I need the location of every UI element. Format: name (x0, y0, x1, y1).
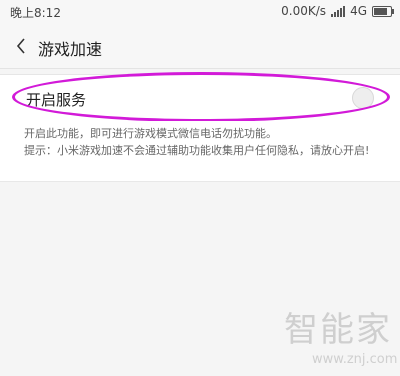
description-block: 开启此功能，即可进行游戏模式微信电话勿扰功能。 提示：小米游戏加速不会通过辅助功… (0, 121, 400, 182)
status-time: 晚上8:12 (10, 6, 61, 20)
status-bar: 晚上8:12 0.00K/s 4G (0, 0, 400, 24)
watermark-logo: 智能家 (284, 310, 392, 350)
description-line: 开启此功能，即可进行游戏模式微信电话勿扰功能。 (24, 127, 277, 140)
chevron-left-icon (16, 38, 25, 54)
back-button[interactable] (10, 34, 32, 58)
description-tip: 提示：小米游戏加速不会通过辅助功能收集用户任何隐私，请放心开启! (24, 144, 370, 157)
watermark-url: www.znj.com (312, 352, 398, 367)
status-indicators: 0.00K/s 4G (281, 4, 394, 18)
service-label: 开启服务 (26, 91, 87, 109)
service-toggle[interactable] (352, 87, 374, 109)
title-bar: 游戏加速 (0, 24, 400, 69)
service-row[interactable]: 开启服务 (0, 74, 400, 122)
watermark: 智能家 www.znj.com (284, 310, 398, 370)
network-type: 4G (350, 4, 367, 18)
page-title: 游戏加速 (38, 40, 103, 59)
signal-icon (331, 5, 346, 17)
network-speed: 0.00K/s (281, 4, 327, 18)
battery-icon (372, 5, 394, 17)
